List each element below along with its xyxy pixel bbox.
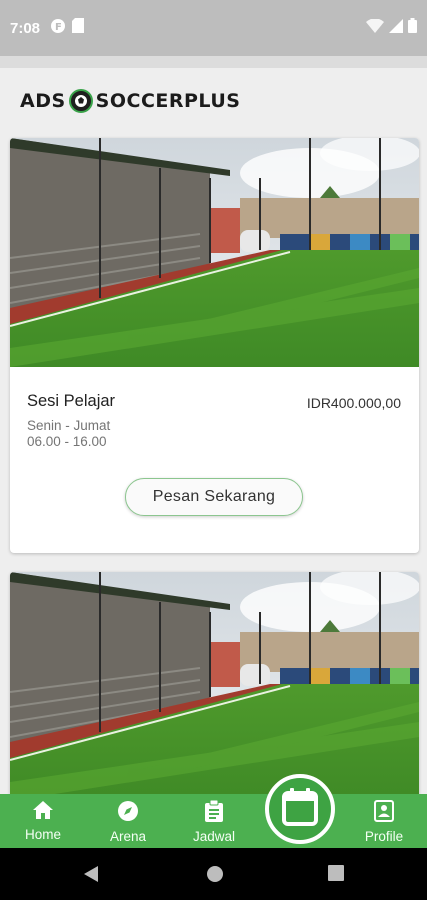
calendar-fab[interactable] bbox=[265, 774, 335, 844]
session-title: Sesi Pelajar bbox=[27, 392, 116, 410]
app-logo: ADS SOCCERPLUS bbox=[20, 89, 240, 113]
recents-icon[interactable] bbox=[327, 864, 345, 887]
status-time: 7:08 bbox=[10, 19, 41, 37]
field-photo bbox=[10, 572, 419, 794]
bottom-navigation: Home Arena Jadwal Profile bbox=[0, 794, 427, 848]
session-hours: 06.00 - 16.00 bbox=[27, 434, 107, 449]
session-list[interactable]: Sesi Pelajar IDR400.000,00 Senin - Jumat… bbox=[0, 134, 427, 794]
logo-badge-icon bbox=[68, 89, 93, 113]
nav-arena-label: Arena bbox=[109, 829, 147, 844]
nav-home-label: Home bbox=[24, 827, 61, 842]
app-notification-icon: F bbox=[50, 18, 66, 39]
calendar-icon bbox=[282, 787, 318, 831]
signal-icon bbox=[389, 18, 403, 38]
session-price: IDR400.000,00 bbox=[306, 395, 401, 411]
svg-text:F: F bbox=[55, 22, 62, 33]
nav-jadwal[interactable]: Jadwal bbox=[179, 799, 249, 844]
compass-icon bbox=[117, 800, 139, 827]
field-photo bbox=[10, 138, 419, 367]
home-button-icon[interactable] bbox=[205, 864, 225, 889]
clipboard-icon bbox=[204, 799, 224, 827]
nav-profile-label: Profile bbox=[364, 829, 404, 844]
wifi-icon bbox=[366, 17, 384, 38]
nav-arena[interactable]: Arena bbox=[93, 800, 163, 844]
status-indicators bbox=[366, 17, 417, 38]
logo-text-right: SOCCERPLUS bbox=[95, 90, 241, 112]
sd-card-icon bbox=[72, 18, 85, 38]
session-card[interactable]: Sesi Pelajar IDR400.000,00 Senin - Jumat… bbox=[10, 138, 419, 553]
session-card[interactable] bbox=[10, 572, 419, 794]
nav-profile[interactable]: Profile bbox=[349, 800, 419, 844]
battery-icon bbox=[408, 18, 417, 38]
nav-home[interactable]: Home bbox=[8, 800, 78, 842]
logo-text-left: ADS bbox=[20, 90, 66, 112]
status-bar: 7:08 F bbox=[0, 0, 427, 56]
app-header: ADS SOCCERPLUS bbox=[0, 68, 427, 134]
back-icon[interactable] bbox=[82, 864, 100, 889]
session-days: Senin - Jumat bbox=[27, 418, 111, 433]
home-icon bbox=[32, 800, 54, 825]
system-navigation-bar bbox=[0, 848, 427, 900]
toolbar-shadow bbox=[0, 56, 427, 68]
nav-jadwal-label: Jadwal bbox=[192, 829, 236, 844]
profile-icon bbox=[374, 800, 394, 827]
book-now-button[interactable]: Pesan Sekarang bbox=[125, 478, 303, 516]
